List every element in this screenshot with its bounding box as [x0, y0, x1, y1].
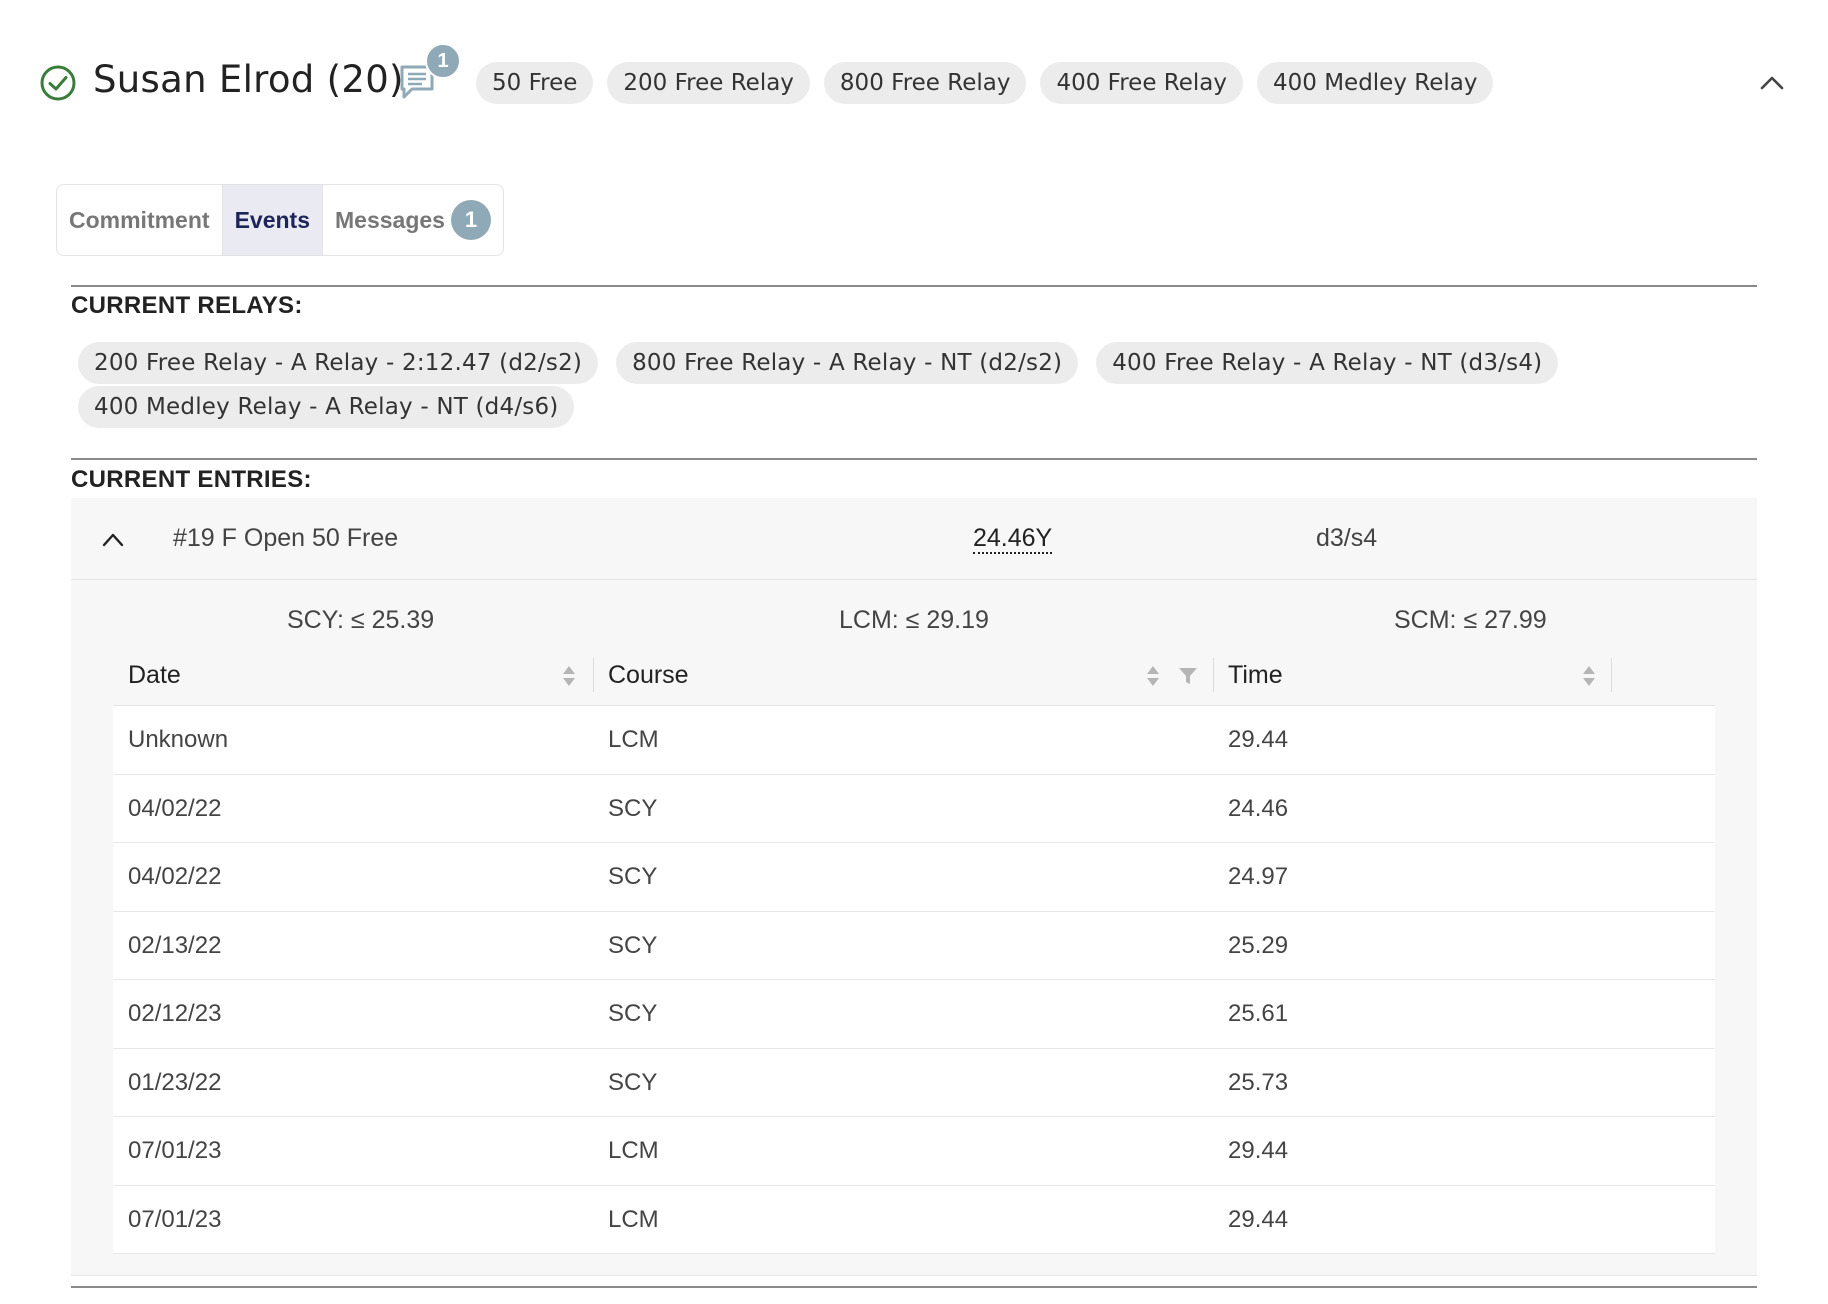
column-header-time[interactable]: Time — [1228, 644, 1283, 706]
relays-heading: CURRENT RELAYS: — [71, 292, 303, 319]
table-row: 04/02/22 SCY 24.97 — [113, 843, 1715, 912]
tab-label: Commitment — [69, 206, 210, 233]
table-body: Unknown LCM 29.44 04/02/22 SCY 24.46 04/… — [113, 706, 1715, 1254]
cell-time: 25.61 — [1228, 1000, 1289, 1027]
relay-chip: 400 Free Relay - A Relay - NT (d3/s4) — [1096, 342, 1559, 384]
event-chip: 400 Free Relay — [1040, 62, 1243, 104]
tab-label: Events — [234, 206, 310, 233]
relay-chip: 200 Free Relay - A Relay - 2:12.47 (d2/s… — [78, 342, 599, 384]
cell-time: 29.44 — [1228, 1137, 1289, 1164]
cell-date: 02/12/23 — [128, 1000, 222, 1027]
entries-heading: CURRENT ENTRIES: — [71, 466, 312, 493]
event-chip: 800 Free Relay — [823, 62, 1027, 104]
messages-count-badge: 1 — [450, 200, 491, 240]
cell-time: 29.44 — [1228, 726, 1289, 753]
cell-date: 04/02/22 — [128, 863, 222, 890]
column-header-course[interactable]: Course — [608, 644, 689, 706]
cell-time: 24.97 — [1228, 863, 1289, 890]
tab-label: Messages — [335, 206, 445, 233]
table-row: 04/02/22 SCY 24.46 — [113, 774, 1715, 843]
column-header-date[interactable]: Date — [128, 644, 181, 706]
event-chip: 50 Free — [476, 62, 594, 104]
times-table: Date Course Time Unknown LCM 29.44 04/02… — [113, 644, 1715, 1254]
section-divider — [71, 458, 1757, 460]
table-row: 02/12/23 SCY 25.61 — [113, 980, 1715, 1049]
table-row: 01/23/22 SCY 25.73 — [113, 1048, 1715, 1117]
section-divider — [71, 1286, 1757, 1288]
athlete-tabs: Commitment Events Messages 1 — [56, 184, 504, 256]
standard-lcm: LCM: ≤ 29.19 — [839, 606, 989, 634]
cell-time: 25.73 — [1228, 1068, 1289, 1096]
cell-time: 24.46 — [1228, 794, 1289, 822]
tab-commitment[interactable]: Commitment — [57, 185, 222, 255]
event-chip: 400 Medley Relay — [1256, 62, 1494, 104]
table-row: 02/13/22 SCY 25.29 — [113, 911, 1715, 980]
tab-events[interactable]: Events — [221, 185, 323, 255]
chevron-up-icon[interactable] — [101, 530, 125, 548]
cell-date: 04/02/22 — [128, 794, 222, 822]
cell-course: SCY — [608, 863, 658, 890]
table-row: Unknown LCM 29.44 — [113, 706, 1715, 775]
entry-panel: #19 F Open 50 Free 24.46Y d3/s4 SCY: ≤ 2… — [71, 498, 1757, 1276]
relay-chip: 400 Medley Relay - A Relay - NT (d4/s6) — [78, 386, 575, 428]
event-chip-list: 50 Free 200 Free Relay 800 Free Relay 40… — [476, 62, 1494, 104]
cell-date: 01/23/22 — [128, 1068, 222, 1096]
section-divider — [71, 285, 1757, 287]
event-chip: 200 Free Relay — [607, 62, 810, 104]
athlete-name: Susan Elrod (20) — [93, 58, 404, 101]
standard-scy: SCY: ≤ 25.39 — [287, 606, 435, 634]
check-circle-icon — [40, 65, 76, 101]
table-row: 07/01/23 LCM 29.44 — [113, 1117, 1715, 1186]
cell-course: SCY — [608, 794, 658, 822]
message-count-badge: 1 — [425, 43, 461, 79]
column-divider — [593, 658, 594, 692]
cell-course: LCM — [608, 726, 659, 753]
cell-course: LCM — [608, 1205, 659, 1233]
entry-heat-lane: d3/s4 — [1316, 524, 1378, 552]
sort-icon[interactable] — [561, 664, 577, 688]
filter-icon[interactable] — [1177, 665, 1199, 687]
table-row: 07/01/23 LCM 29.44 — [113, 1185, 1715, 1254]
cell-date: 07/01/23 — [128, 1205, 222, 1233]
table-header: Date Course Time — [113, 644, 1715, 706]
athlete-header: Susan Elrod (20) 1 50 Free 200 Free Rela… — [0, 0, 1828, 166]
column-divider — [1213, 658, 1214, 692]
cell-course: SCY — [608, 931, 658, 959]
relay-chip: 800 Free Relay - A Relay - NT (d2/s2) — [616, 342, 1079, 384]
cell-date: 07/01/23 — [128, 1137, 222, 1164]
column-divider — [1611, 658, 1612, 692]
sort-icon[interactable] — [1581, 664, 1597, 688]
sort-icon[interactable] — [1145, 664, 1161, 688]
cell-course: SCY — [608, 1000, 658, 1027]
entry-event-name: #19 F Open 50 Free — [173, 524, 399, 552]
chevron-up-icon[interactable] — [1758, 72, 1786, 94]
standard-scm: SCM: ≤ 27.99 — [1394, 606, 1547, 634]
entry-header[interactable]: #19 F Open 50 Free 24.46Y d3/s4 — [71, 498, 1757, 580]
relay-chip-list: 200 Free Relay - A Relay - 2:12.47 (d2/s… — [78, 342, 1638, 428]
cell-time: 29.44 — [1228, 1205, 1289, 1233]
cell-time: 25.29 — [1228, 931, 1289, 959]
cell-course: LCM — [608, 1137, 659, 1164]
tab-messages[interactable]: Messages 1 — [323, 185, 503, 255]
cell-course: SCY — [608, 1068, 658, 1096]
cell-date: 02/13/22 — [128, 931, 222, 959]
entry-seed-time[interactable]: 24.46Y — [973, 524, 1053, 554]
cell-date: Unknown — [128, 726, 229, 753]
